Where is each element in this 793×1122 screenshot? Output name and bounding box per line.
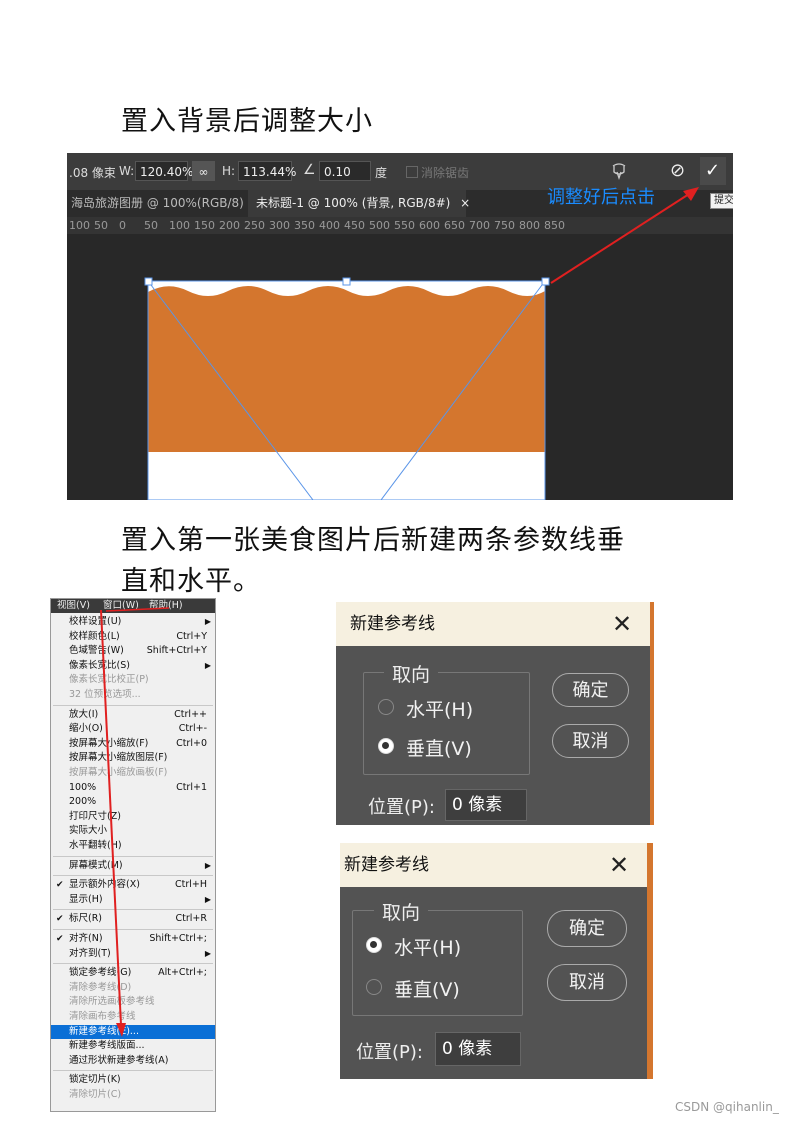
radio-vertical[interactable] — [378, 738, 394, 754]
orientation-label: 取向 — [384, 660, 439, 687]
position-field[interactable]: 0 像素 — [435, 1032, 521, 1066]
orientation-label: 取向 — [374, 898, 429, 925]
radio-vertical[interactable] — [366, 979, 382, 995]
close-icon[interactable]: ✕ — [609, 843, 629, 887]
cancel-button[interactable]: 取消 — [547, 964, 627, 1001]
red-arrow-menu — [100, 607, 170, 1037]
cancel-button[interactable]: 取消 — [552, 724, 629, 758]
position-label: 位置(P): — [368, 797, 435, 818]
close-icon[interactable]: ✕ — [612, 602, 632, 646]
radio-vertical-label: 垂直(V) — [394, 979, 460, 1001]
radio-vertical-label: 垂直(V) — [406, 738, 472, 760]
radio-horizontal-label: 水平(H) — [406, 699, 474, 721]
heading-new-guides-line1: 置入第一张美食图片后新建两条参数线垂 — [121, 525, 625, 556]
photoshop-transform-screenshot: .08 像束 W: 120.40% ∞ H: 113.44% ∠ 0.10 度 … — [67, 153, 733, 500]
red-arrow-overlay — [550, 187, 699, 284]
new-guide-dialog-vertical: 新建参考线 ✕ 取向 水平(H) 垂直(V) 确定 取消 位置(P): 0 像素 — [336, 602, 654, 825]
radio-horizontal[interactable] — [378, 699, 394, 715]
view-menu-screenshot: 视图(V) 窗口(W) 帮助(H) 校样设置(U) ▶ 校样颜色(L) Ctrl+Y 色… — [50, 598, 216, 1112]
orange-edge — [647, 843, 653, 1079]
ok-button[interactable]: 确定 — [547, 910, 627, 947]
dialog-title: 新建参考线 — [336, 602, 654, 646]
csdn-watermark: CSDN @qihanlin_ — [675, 1100, 779, 1114]
position-label: 位置(P): — [356, 1042, 423, 1063]
dialog-title: 新建参考线 — [340, 843, 647, 887]
position-field[interactable]: 0 像素 — [445, 789, 527, 821]
heading-resize-background: 置入背景后调整大小 — [121, 106, 373, 137]
new-guide-dialog-horizontal: 新建参考线 ✕ 取向 水平(H) 垂直(V) 确定 取消 位置(P): 0 像素 — [340, 843, 647, 1079]
ok-button[interactable]: 确定 — [552, 673, 629, 707]
radio-horizontal-label: 水平(H) — [394, 937, 462, 959]
heading-new-guides-line2: 直和水平。 — [121, 566, 261, 597]
orange-edge — [650, 602, 654, 825]
radio-horizontal[interactable] — [366, 937, 382, 953]
